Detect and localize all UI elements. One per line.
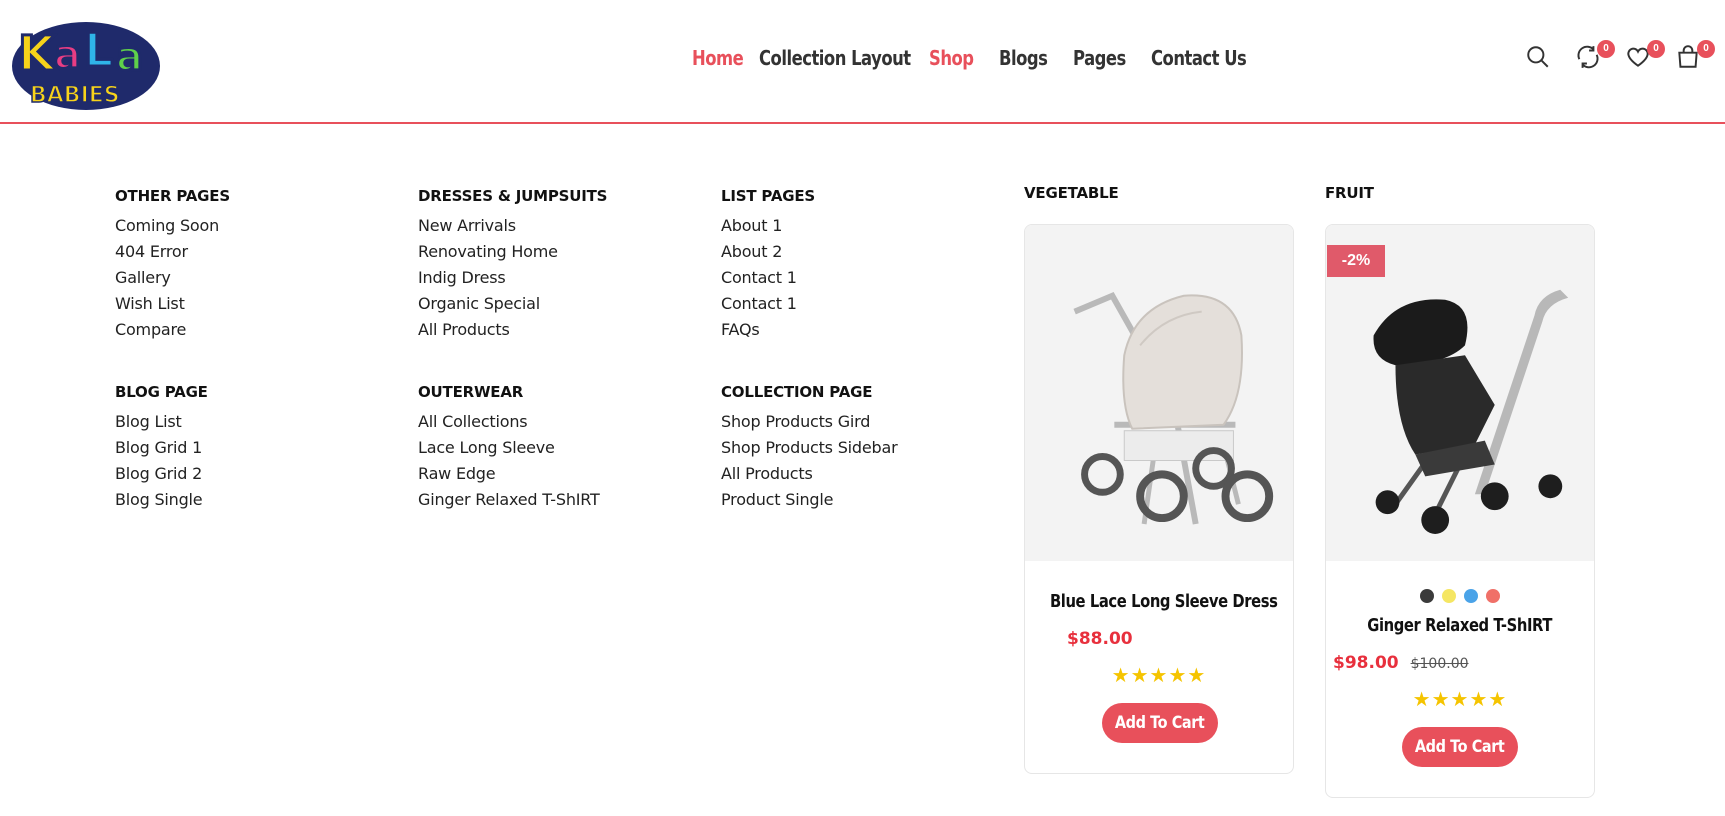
header-icons: 0 0 0 xyxy=(1525,40,1725,80)
menu-link[interactable]: Contact 1 xyxy=(721,291,897,317)
product-image[interactable] xyxy=(1025,225,1293,561)
category-heading-vegetable: VEGETABLE xyxy=(1024,184,1119,202)
rating-stars: ★★★★★ xyxy=(1412,687,1508,711)
menu-link[interactable]: All Collections xyxy=(418,409,607,435)
product-name-text: Blue Lace Long Sleeve Dress xyxy=(1049,591,1278,612)
color-swatch[interactable] xyxy=(1464,589,1478,603)
menu-link[interactable]: About 1 xyxy=(721,213,897,239)
rating-stars: ★★★★★ xyxy=(1111,663,1207,687)
menu-link[interactable]: 404 Error xyxy=(115,239,230,265)
nav-pages[interactable]: Pages xyxy=(1073,46,1137,70)
color-swatches xyxy=(1326,589,1594,603)
menu-link[interactable]: Wish List xyxy=(115,291,230,317)
menu-heading-dresses: DRESSES & JUMPSUITS xyxy=(418,187,608,205)
menu-link[interactable]: Blog Grid 2 xyxy=(115,461,230,487)
compare-count-badge: 0 xyxy=(1597,40,1615,58)
product-price: $88.00 xyxy=(1067,629,1133,649)
compare-button[interactable]: 0 xyxy=(1575,40,1615,74)
add-to-cart-button[interactable]: Add To Cart xyxy=(1102,703,1218,743)
nav-collection-layout[interactable]: Collection Layout xyxy=(759,46,911,70)
search-button[interactable] xyxy=(1525,44,1555,74)
logo-text-a2: a xyxy=(116,34,143,80)
menu-link[interactable]: Indig Dress xyxy=(418,265,607,291)
menu-link[interactable]: Renovating Home xyxy=(418,239,607,265)
menu-link[interactable]: Contact 1 xyxy=(721,265,897,291)
menu-column-3: LIST PAGES About 1 About 2 Contact 1 Con… xyxy=(721,187,898,513)
menu-heading-collection-page: COLLECTION PAGE xyxy=(721,383,873,401)
color-swatch[interactable] xyxy=(1420,589,1434,603)
menu-link[interactable]: Organic Special xyxy=(418,291,607,317)
site-logo[interactable]: K a L a BABIES xyxy=(8,8,163,114)
product-name[interactable]: Blue Lace Long Sleeve Dress xyxy=(1025,591,1293,612)
main-nav: Home Collection Layout Shop Blogs Pages … xyxy=(692,46,1271,70)
menu-link[interactable]: About 2 xyxy=(721,239,897,265)
add-to-cart-label: Add To Cart xyxy=(1415,737,1505,757)
menu-link[interactable]: Ginger Relaxed T-ShIRT xyxy=(418,487,607,513)
menu-link[interactable]: Product Single xyxy=(721,487,897,513)
wishlist-count-badge: 0 xyxy=(1647,40,1665,58)
add-to-cart-label: Add To Cart xyxy=(1115,713,1205,733)
cart-button[interactable]: 0 xyxy=(1675,40,1715,74)
logo-text-babies: BABIES xyxy=(30,83,120,108)
menu-link[interactable]: Gallery xyxy=(115,265,230,291)
logo-text-k: K xyxy=(18,26,57,82)
menu-link[interactable]: FAQs xyxy=(721,317,897,343)
menu-link[interactable]: Shop Products Gird xyxy=(721,409,897,435)
menu-heading-blog-page: BLOG PAGE xyxy=(115,383,208,401)
menu-heading-other-pages: OTHER PAGES xyxy=(115,187,230,205)
logo-text-a: a xyxy=(54,32,81,78)
search-icon xyxy=(1527,46,1549,68)
nav-shop[interactable]: Shop xyxy=(929,46,986,70)
menu-link[interactable]: Shop Products Sidebar xyxy=(721,435,898,461)
logo-graphic: K a L a BABIES xyxy=(12,22,160,110)
menu-link[interactable]: Coming Soon xyxy=(115,213,230,239)
menu-link[interactable]: Compare xyxy=(115,317,230,343)
logo-text-l: L xyxy=(84,23,113,77)
product-name[interactable]: Ginger Relaxed T-ShIRT xyxy=(1326,615,1594,636)
price-group: $88.00 xyxy=(1067,629,1133,649)
menu-link[interactable]: Blog Single xyxy=(115,487,230,513)
menu-heading-outerwear: OUTERWEAR xyxy=(418,383,524,401)
color-swatch[interactable] xyxy=(1442,589,1456,603)
nav-home[interactable]: Home xyxy=(692,46,744,70)
menu-link[interactable]: New Arrivals xyxy=(418,213,607,239)
menu-heading-list-pages: LIST PAGES xyxy=(721,187,815,205)
product-old-price: $100.00 xyxy=(1410,656,1469,672)
add-to-cart-button[interactable]: Add To Cart xyxy=(1402,727,1518,767)
color-swatch[interactable] xyxy=(1486,589,1500,603)
wishlist-button[interactable]: 0 xyxy=(1625,40,1665,74)
product-card-fruit[interactable]: -2% Ginger Relaxed T-ShIRT $98.00 $100.0… xyxy=(1325,224,1595,798)
menu-link[interactable]: Blog List xyxy=(115,409,230,435)
menu-link[interactable]: All Products xyxy=(721,461,897,487)
menu-link[interactable]: Lace Long Sleeve xyxy=(418,435,607,461)
menu-link[interactable]: Blog Grid 1 xyxy=(115,435,230,461)
menu-link[interactable]: All Products xyxy=(418,317,607,343)
product-card-vegetable[interactable]: Blue Lace Long Sleeve Dress $88.00 ★★★★★… xyxy=(1024,224,1294,774)
pram-image xyxy=(1025,226,1293,560)
menu-column-2: DRESSES & JUMPSUITS New Arrivals Renovat… xyxy=(418,187,607,513)
category-heading-fruit: FRUIT xyxy=(1325,184,1374,202)
menu-link[interactable]: Raw Edge xyxy=(418,461,607,487)
menu-column-1: OTHER PAGES Coming Soon 404 Error Galler… xyxy=(115,187,230,513)
product-price: $98.00 xyxy=(1333,653,1399,673)
price-group: $98.00 $100.00 xyxy=(1333,653,1469,673)
discount-badge: -2% xyxy=(1327,245,1385,277)
nav-contact-us[interactable]: Contact Us xyxy=(1151,46,1249,70)
product-name-text: Ginger Relaxed T-ShIRT xyxy=(1367,615,1553,636)
site-header: K a L a BABIES Home Collection Layout Sh… xyxy=(0,0,1725,124)
product-image[interactable]: -2% xyxy=(1326,225,1594,561)
nav-blogs[interactable]: Blogs xyxy=(999,46,1060,70)
cart-count-badge: 0 xyxy=(1697,40,1715,58)
